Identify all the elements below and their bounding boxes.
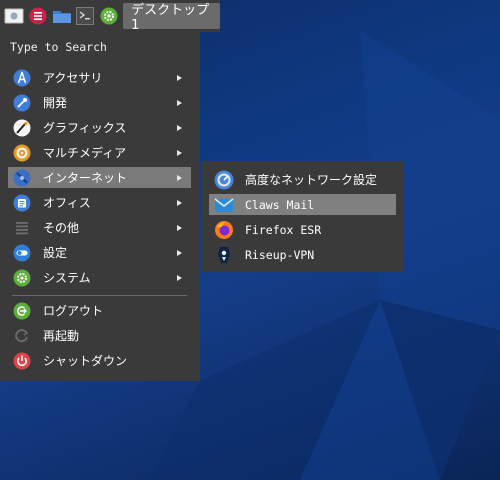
menu-item-preferences[interactable]: 設定 — [8, 242, 191, 263]
menu-item-label: ログアウト — [43, 304, 104, 318]
menu-item-label: 再起動 — [43, 329, 80, 343]
desktop-switcher-label: デスクトップ1 — [131, 3, 210, 33]
firefox-icon — [214, 220, 234, 240]
menu-item-label: マルチメディア — [43, 146, 127, 160]
menu-item-label: その他 — [43, 221, 80, 235]
menu-item-label: シャットダウン — [43, 354, 128, 368]
shutdown-icon — [13, 352, 31, 370]
submenu-item-label: Firefox ESR — [245, 222, 322, 237]
settings-icon[interactable] — [99, 5, 120, 27]
menu-item-label: グラフィックス — [43, 121, 127, 135]
menu-item-label: アクセサリ — [43, 71, 103, 85]
menu-separator — [12, 295, 187, 296]
top-panel: デスクトップ1 — [0, 0, 220, 33]
menu-item-label: オフィス — [43, 196, 91, 210]
search-input[interactable]: Type to Search — [10, 40, 107, 54]
submenu-arrow-icon — [177, 224, 182, 231]
submenu-item-claws-mail[interactable]: Claws Mail — [209, 194, 396, 215]
submenu-arrow-icon — [177, 74, 182, 81]
submenu-arrow-icon — [177, 149, 182, 156]
menu-item-reboot[interactable]: 再起動 — [8, 325, 191, 346]
reboot-icon — [13, 327, 31, 345]
office-icon — [13, 194, 31, 212]
submenu-arrow-icon — [177, 124, 182, 131]
mail-icon — [214, 195, 234, 215]
internet-submenu: 高度なネットワーク設定 Claws Mail Firefox ESR Riseu… — [201, 161, 404, 272]
submenu-item-label: Claws Mail — [245, 197, 315, 212]
submenu-item-firefox-esr[interactable]: Firefox ESR — [209, 219, 396, 240]
logout-icon — [13, 302, 31, 320]
submenu-arrow-icon — [177, 174, 182, 181]
submenu-arrow-icon — [177, 274, 182, 281]
vpn-icon — [214, 245, 234, 265]
menu-item-multimedia[interactable]: マルチメディア — [8, 142, 191, 163]
submenu-item-riseup-vpn[interactable]: Riseup-VPN — [209, 244, 396, 265]
menu-item-accessories[interactable]: アクセサリ — [8, 67, 191, 88]
menu-item-logout[interactable]: ログアウト — [8, 300, 191, 321]
menu-item-other[interactable]: その他 — [8, 217, 191, 238]
menu-item-graphics[interactable]: グラフィックス — [8, 117, 191, 138]
menu-item-development[interactable]: 開発 — [8, 92, 191, 113]
menu-item-label: システム — [43, 271, 91, 285]
submenu-arrow-icon — [177, 99, 182, 106]
multimedia-icon — [13, 144, 31, 162]
submenu-item-label: 高度なネットワーク設定 — [245, 173, 378, 187]
app-menu-icon[interactable] — [28, 5, 49, 27]
other-icon — [13, 219, 31, 237]
submenu-item-label: Riseup-VPN — [245, 247, 315, 262]
menu-item-internet[interactable]: インターネット — [8, 167, 191, 188]
terminal-icon[interactable] — [75, 5, 96, 27]
development-icon — [13, 94, 31, 112]
submenu-arrow-icon — [177, 249, 182, 256]
menu-item-office[interactable]: オフィス — [8, 192, 191, 213]
menu-item-label: 開発 — [43, 96, 68, 110]
menu-item-label: 設定 — [43, 246, 68, 260]
system-icon — [13, 269, 31, 287]
menu-item-label: インターネット — [43, 171, 128, 185]
menu-item-shutdown[interactable]: シャットダウン — [8, 350, 191, 371]
application-menu: Type to Search アクセサリ 開発 グラフィックス マルチメディア … — [0, 32, 200, 381]
submenu-arrow-icon — [177, 199, 182, 206]
file-manager-icon[interactable] — [51, 5, 72, 27]
internet-icon — [13, 169, 31, 187]
desktop-switcher-button[interactable]: デスクトップ1 — [123, 3, 220, 33]
submenu-item-network-settings[interactable]: 高度なネットワーク設定 — [209, 169, 396, 190]
menu-item-system[interactable]: システム — [8, 267, 191, 288]
graphics-icon — [13, 119, 31, 137]
start-menu-icon[interactable] — [4, 5, 25, 27]
accessories-icon — [13, 69, 31, 87]
network-settings-icon — [214, 170, 234, 190]
preferences-icon — [13, 244, 31, 262]
